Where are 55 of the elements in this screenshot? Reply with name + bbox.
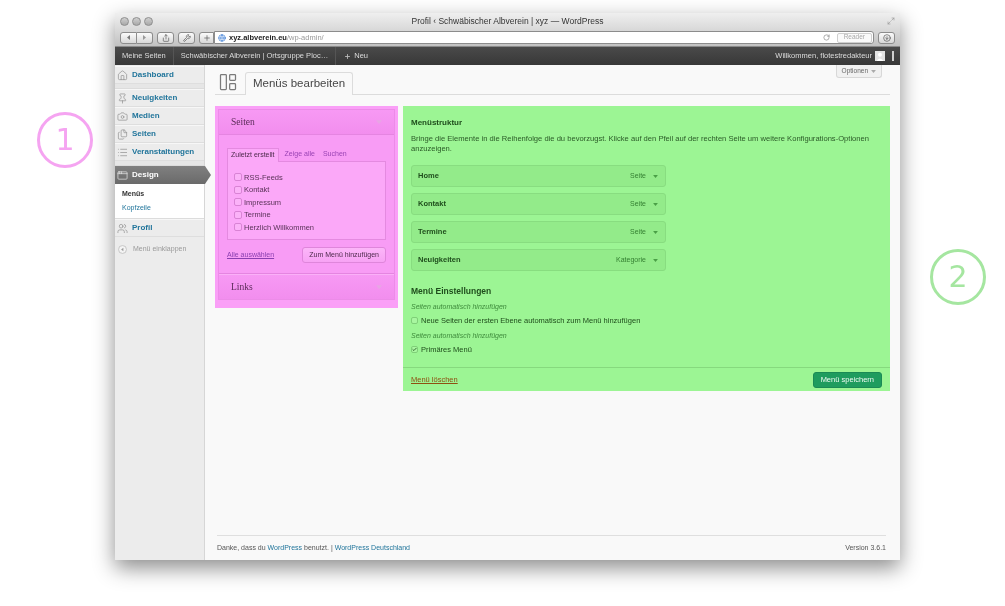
globe-icon [218, 33, 226, 42]
caret-icon [653, 230, 658, 234]
share-icon [161, 33, 170, 42]
callout-number: 2 [948, 262, 968, 292]
caret-icon [653, 202, 658, 206]
checkbox[interactable] [234, 198, 242, 207]
window-title: Profil ‹ Schwäbischer Albverein | xyz — WordPress [411, 14, 604, 28]
close-button[interactable] [120, 16, 129, 26]
users-icon [117, 222, 128, 234]
window-icon [117, 169, 128, 181]
collapse-icon [118, 244, 127, 254]
checkbox[interactable] [234, 173, 242, 182]
section-heading: Menüstruktur [411, 117, 463, 129]
sidebar-menu-item[interactable]: Design [115, 166, 211, 184]
home-icon [117, 69, 128, 81]
checkbox[interactable] [234, 185, 242, 194]
checkbox[interactable] [411, 317, 418, 324]
camera-icon [117, 110, 128, 122]
downloads-button[interactable] [878, 31, 895, 44]
caret-icon [871, 69, 876, 73]
pin-icon [117, 92, 128, 104]
forward-button[interactable] [137, 31, 153, 44]
callout-number: 1 [55, 125, 75, 155]
list-icon [117, 146, 128, 158]
caret-icon [653, 174, 658, 178]
plus-icon [202, 33, 211, 42]
caret-icon [653, 258, 658, 262]
avatar-icon [875, 51, 885, 61]
page-title-tab[interactable]: Menüs bearbeiten [245, 72, 354, 95]
checkmark-icon [412, 347, 417, 352]
download-icon [882, 33, 891, 42]
sidebar-menu-item[interactable]: Medien [115, 107, 204, 125]
layout-icon [218, 72, 238, 92]
checkbox[interactable] [411, 346, 418, 353]
forward-icon [143, 35, 146, 40]
minimize-button[interactable] [132, 16, 141, 26]
back-button[interactable] [120, 31, 137, 44]
share-button[interactable] [157, 31, 174, 44]
checkbox[interactable] [234, 223, 242, 232]
sidebar-menu-item[interactable]: Profil [115, 219, 204, 237]
back-icon [127, 35, 130, 40]
accordion-header[interactable]: Seiten [219, 110, 394, 135]
sidebar-menu-item[interactable]: Seiten [115, 125, 204, 143]
wrench-icon [182, 33, 191, 42]
reload-icon[interactable] [822, 34, 830, 41]
plus-icon [344, 52, 352, 60]
settings-button[interactable] [178, 31, 195, 44]
checkbox[interactable] [234, 210, 242, 219]
add-button[interactable] [199, 31, 214, 44]
sidebar-menu-item[interactable]: Neuigkeiten [115, 89, 204, 107]
zoom-button[interactable] [144, 16, 153, 26]
accordion-header[interactable]: Links [219, 274, 394, 299]
pages-icon [117, 128, 128, 140]
section-heading: Menü Einstellungen [411, 285, 492, 297]
fullscreen-icon[interactable] [887, 17, 895, 25]
